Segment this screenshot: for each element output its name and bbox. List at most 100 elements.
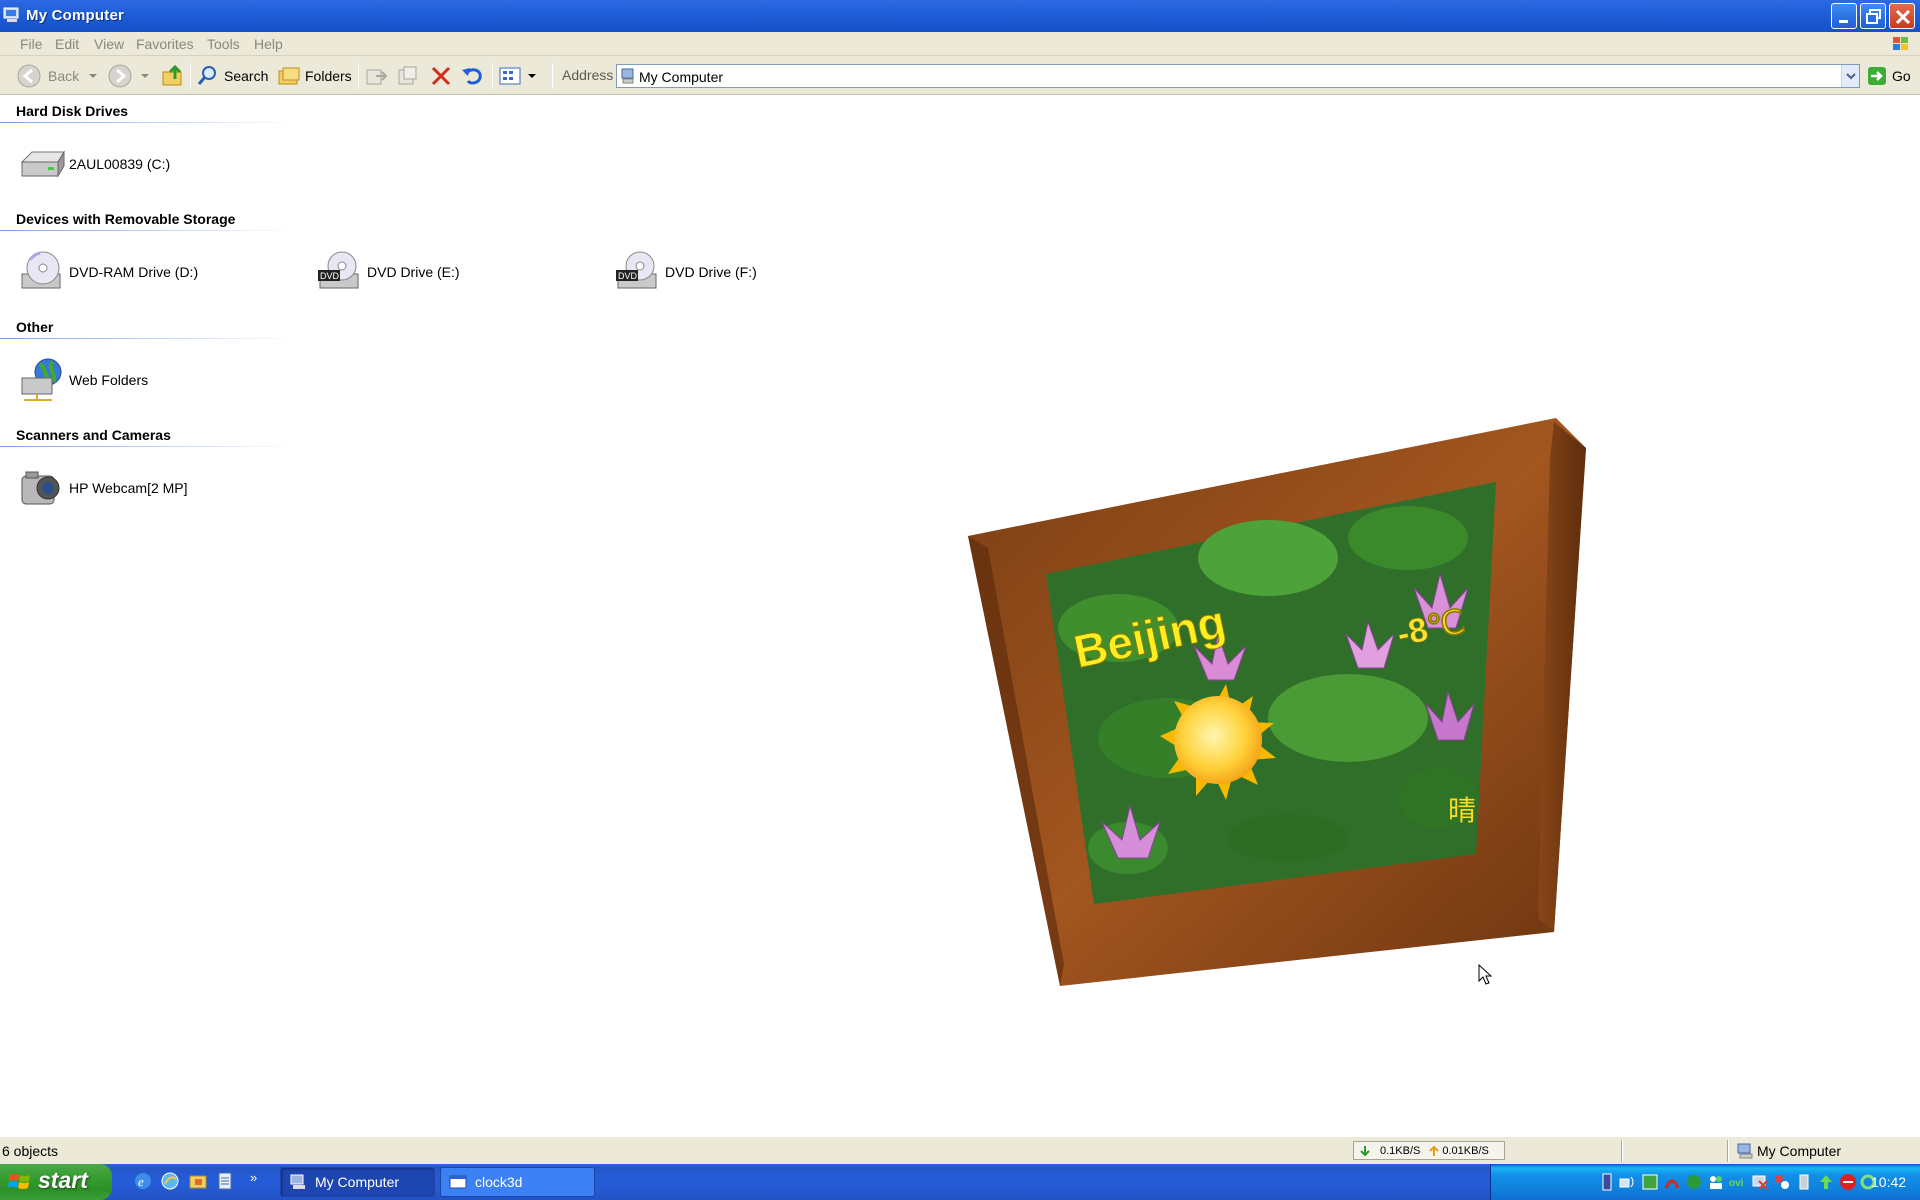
status-zone: My Computer bbox=[1736, 1143, 1841, 1159]
go-arrow-icon bbox=[1868, 67, 1886, 85]
views-grid-icon bbox=[499, 67, 521, 85]
menu-help[interactable]: Help bbox=[254, 36, 283, 52]
svg-text:e: e bbox=[138, 1174, 144, 1189]
drive-d[interactable]: DVD-RAM Drive (D:) bbox=[16, 248, 198, 296]
move-to-button[interactable] bbox=[364, 62, 390, 90]
clock3d-weather-widget[interactable]: Beijing -8℃ 晴 bbox=[968, 418, 1588, 990]
status-bar: 6 objects 0.1KB/S 0.01KB/S My Computer bbox=[0, 1136, 1920, 1164]
antivirus-icon[interactable] bbox=[1685, 1173, 1703, 1191]
menu-view[interactable]: View bbox=[94, 36, 124, 52]
window-icon bbox=[449, 1175, 467, 1189]
menu-edit[interactable]: Edit bbox=[55, 36, 79, 52]
address-dropdown[interactable] bbox=[1841, 65, 1859, 87]
svg-text:ovi: ovi bbox=[1729, 1178, 1744, 1189]
menu-tools[interactable]: Tools bbox=[207, 36, 240, 52]
webcam-label: HP Webcam[2 MP] bbox=[69, 480, 188, 496]
svg-text:DVD: DVD bbox=[320, 271, 340, 281]
quicklaunch-chevron-icon[interactable]: » bbox=[250, 1170, 257, 1185]
back-button[interactable]: Back bbox=[16, 62, 99, 90]
group-header-scanners: Scanners and Cameras bbox=[16, 427, 171, 443]
undo-icon bbox=[462, 68, 482, 85]
drive-label: DVD-RAM Drive (D:) bbox=[69, 264, 199, 280]
network-warning-icon[interactable] bbox=[1751, 1173, 1769, 1191]
drive-c[interactable]: 2AUL00839 (C:) bbox=[16, 140, 170, 188]
my-computer-icon bbox=[621, 68, 634, 84]
group-divider bbox=[0, 230, 295, 231]
copy-to-button[interactable] bbox=[396, 62, 422, 90]
address-bar[interactable]: My Computer bbox=[616, 64, 1860, 88]
minimize-button[interactable] bbox=[1831, 3, 1857, 29]
group-header-hard-disk: Hard Disk Drives bbox=[16, 103, 129, 119]
task-my-computer[interactable]: My Computer bbox=[280, 1167, 435, 1197]
acrobat-icon[interactable] bbox=[1663, 1173, 1681, 1191]
group-divider bbox=[0, 122, 295, 123]
clock[interactable]: 10:42 bbox=[1871, 1174, 1906, 1190]
web-folders-label: Web Folders bbox=[69, 372, 149, 388]
dvd-drive-icon: DVD bbox=[314, 248, 366, 296]
ovi-icon[interactable]: ovi bbox=[1729, 1173, 1747, 1191]
network-icon[interactable] bbox=[1619, 1173, 1637, 1191]
update-icon[interactable] bbox=[1817, 1173, 1835, 1191]
close-button[interactable] bbox=[1889, 3, 1915, 29]
forward-button[interactable] bbox=[107, 62, 151, 90]
dvd-ram-drive-icon bbox=[16, 248, 68, 296]
webcam[interactable]: HP Webcam[2 MP] bbox=[16, 464, 188, 512]
drive-label: DVD Drive (F:) bbox=[665, 264, 757, 280]
views-button[interactable] bbox=[498, 62, 538, 90]
folder-shortcut-icon[interactable] bbox=[189, 1172, 207, 1190]
menu-bar: File Edit View Favorites Tools Help bbox=[0, 32, 1920, 56]
search-button[interactable]: Search bbox=[196, 62, 268, 90]
my-computer-icon bbox=[290, 1174, 305, 1189]
menu-file[interactable]: File bbox=[20, 36, 43, 52]
upload-arrow-icon bbox=[1429, 1145, 1440, 1156]
webcam-icon bbox=[16, 464, 68, 512]
weather-condition: 晴 bbox=[1448, 794, 1476, 827]
address-label: Address bbox=[562, 67, 614, 83]
chevron-down-icon bbox=[141, 74, 149, 78]
upload-speed: 0.01KB/S bbox=[1442, 1144, 1489, 1157]
usb-device-icon[interactable] bbox=[1795, 1173, 1813, 1191]
svg-text:DVD: DVD bbox=[618, 271, 638, 281]
download-speed: 0.1KB/S bbox=[1380, 1144, 1421, 1157]
forward-arrow-icon bbox=[108, 64, 132, 88]
move-to-icon bbox=[366, 69, 388, 85]
minimize-icon bbox=[1839, 20, 1848, 23]
mouse-cursor-icon bbox=[1478, 964, 1493, 985]
drive-label: 2AUL00839 (C:) bbox=[69, 156, 171, 172]
web-folders[interactable]: Web Folders bbox=[16, 356, 148, 404]
restore-button[interactable] bbox=[1860, 3, 1886, 29]
menu-favorites[interactable]: Favorites bbox=[136, 36, 194, 52]
my-computer-icon bbox=[3, 7, 19, 22]
go-button[interactable]: Go bbox=[1867, 64, 1911, 88]
delete-button[interactable] bbox=[428, 62, 454, 90]
drive-e[interactable]: DVD DVD Drive (E:) bbox=[314, 248, 460, 296]
browser-icon[interactable] bbox=[161, 1172, 179, 1190]
system-tray: ovi 10:42 bbox=[1490, 1164, 1920, 1200]
delete-x-icon bbox=[431, 66, 451, 86]
windows-logo-icon bbox=[1893, 37, 1908, 50]
windows-logo-icon bbox=[8, 1174, 30, 1189]
address-value: My Computer bbox=[639, 69, 724, 85]
red-app-icon[interactable] bbox=[1839, 1173, 1857, 1191]
notepad-icon[interactable] bbox=[216, 1172, 234, 1190]
undo-button[interactable] bbox=[460, 62, 486, 90]
battery-icon[interactable] bbox=[1599, 1173, 1615, 1191]
folders-button[interactable]: Folders bbox=[277, 62, 352, 90]
dvd-drive-icon: DVD bbox=[612, 248, 664, 296]
folder-up-icon bbox=[162, 64, 182, 86]
web-folders-icon bbox=[16, 356, 68, 404]
up-folder-button[interactable] bbox=[160, 62, 186, 90]
chevron-down-icon bbox=[1845, 73, 1856, 80]
window-title: My Computer bbox=[26, 7, 125, 24]
security-shield-icon[interactable] bbox=[1641, 1173, 1659, 1191]
ie-icon[interactable]: e bbox=[134, 1172, 152, 1190]
start-button[interactable]: start bbox=[0, 1164, 112, 1200]
bluetooth-devices-icon[interactable] bbox=[1773, 1173, 1791, 1191]
group-header-removable: Devices with Removable Storage bbox=[16, 211, 236, 227]
drive-f[interactable]: DVD DVD Drive (F:) bbox=[612, 248, 757, 296]
task-clock3d[interactable]: clock3d bbox=[440, 1167, 595, 1197]
hard-disk-icon bbox=[16, 140, 68, 188]
users-icon[interactable] bbox=[1707, 1173, 1725, 1191]
title-bar[interactable]: My Computer bbox=[0, 0, 1920, 32]
download-arrow-icon bbox=[1360, 1145, 1370, 1156]
